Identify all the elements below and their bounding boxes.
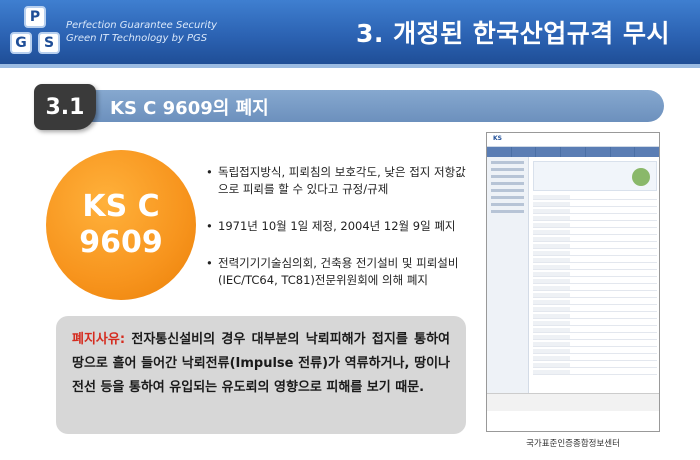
globe-icon bbox=[632, 168, 650, 186]
site-footer bbox=[487, 393, 659, 411]
bullet-item: 독립접지방식, 피뢰침의 보호각도, 낮은 접지 저항값으로 피뢰를 할 수 있… bbox=[206, 164, 476, 198]
bullet-item: 전력기기기술심의회, 건축용 전기설비 및 피뢰설비(IEC/TC64, TC8… bbox=[206, 255, 476, 289]
header-band: P G S Perfection Guarantee Security Gree… bbox=[0, 0, 700, 64]
section-title: KS C 9609의 폐지 bbox=[110, 98, 269, 119]
logo-letter-g: G bbox=[10, 32, 32, 54]
site-body bbox=[487, 157, 659, 411]
site-header: KS bbox=[487, 133, 659, 147]
pgs-logo: P G S bbox=[6, 4, 66, 60]
reason-text: 전자통신설비의 경우 대부분의 낙뢰피해가 접지를 통하여 땅으로 흘어 들어간… bbox=[72, 332, 450, 395]
tagline-line-1: Perfection Guarantee Security bbox=[66, 20, 218, 31]
reason-box: 폐지사유: 전자통신설비의 경우 대부분의 낙뢰피해가 접지를 통하여 땅으로 … bbox=[56, 316, 466, 434]
screenshot-caption: 국가표준인증종합정보센터 bbox=[526, 439, 620, 449]
site-logo-icon: KS bbox=[493, 135, 502, 142]
standard-circle: KS C 9609 bbox=[46, 150, 196, 300]
circle-line-2: 9609 bbox=[79, 225, 163, 260]
site-nav bbox=[487, 147, 659, 157]
section-number-badge: 3.1 bbox=[34, 84, 96, 130]
tagline: Perfection Guarantee Security Green IT T… bbox=[66, 19, 217, 45]
logo-letter-p: P bbox=[24, 6, 46, 28]
circle-line-1: KS C bbox=[82, 189, 160, 224]
site-banner bbox=[533, 161, 657, 191]
site-content bbox=[533, 161, 657, 377]
website-screenshot: KS bbox=[486, 132, 660, 432]
bullet-list: 독립접지방식, 피뢰침의 보호각도, 낮은 접지 저항값으로 피뢰를 할 수 있… bbox=[206, 164, 476, 309]
logo-letter-s: S bbox=[38, 32, 60, 54]
header-divider bbox=[0, 64, 700, 68]
site-sidebar bbox=[487, 157, 529, 411]
tagline-line-2: Green IT Technology by PGS bbox=[66, 33, 208, 44]
bullet-item: 1971년 10월 1일 제정, 2004년 12월 9일 폐지 bbox=[206, 218, 476, 235]
page-title: 3. 개정된 한국산업규격 무시 bbox=[355, 19, 670, 48]
reason-label: 폐지사유: bbox=[72, 332, 126, 347]
